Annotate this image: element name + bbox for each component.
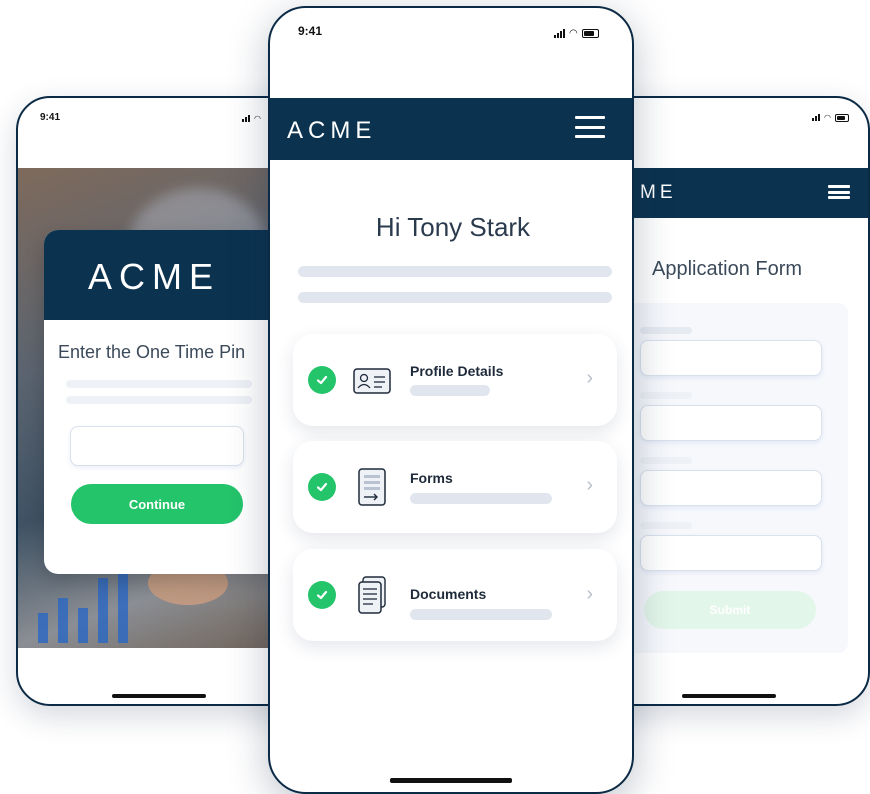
continue-button-label: Continue (128, 496, 186, 512)
home-indicator (390, 778, 512, 783)
home-indicator (682, 694, 776, 698)
battery-icon (834, 113, 849, 122)
id-card-icon (353, 368, 391, 394)
submit-button-label: Submit (709, 603, 751, 617)
status-time: 9:41 (40, 112, 61, 123)
acme-logo: ACME (88, 256, 221, 297)
chevron-right-icon: › (586, 474, 593, 496)
hamburger-icon[interactable] (575, 116, 605, 138)
hamburger-icon[interactable] (828, 185, 850, 199)
profile-details-title: Profile Details (410, 363, 504, 379)
text-placeholder (410, 385, 490, 396)
field-label-placeholder (640, 392, 692, 399)
status-icons: ◠ (242, 114, 261, 123)
greeting-heading: Hi Tony Stark (375, 212, 531, 242)
status-icons: ◠ (554, 28, 599, 39)
signal-icon (242, 115, 250, 122)
forms-title: Forms (410, 470, 453, 486)
form-icon (358, 468, 386, 506)
form-field[interactable] (640, 470, 822, 506)
form-heading: Application Form (652, 258, 803, 280)
documents-title: Documents (410, 586, 487, 602)
text-placeholder (66, 380, 252, 388)
check-icon (308, 473, 336, 501)
continue-button[interactable]: Continue (71, 484, 243, 524)
field-label-placeholder (640, 522, 692, 529)
wifi-icon: ◠ (824, 113, 831, 122)
signal-icon (554, 29, 565, 38)
text-placeholder (298, 292, 612, 303)
text-placeholder (410, 609, 552, 620)
chevron-right-icon: › (586, 583, 593, 605)
signal-icon (812, 114, 820, 121)
otp-heading: Enter the One Time Pin (58, 342, 246, 362)
documents-card[interactable]: Documents › (293, 549, 617, 641)
submit-button[interactable]: Submit (644, 591, 816, 629)
text-placeholder (410, 493, 552, 504)
profile-details-card[interactable]: Profile Details › (293, 334, 617, 426)
status-time: 9:41 (298, 24, 323, 38)
text-placeholder (298, 266, 612, 277)
wifi-icon: ◠ (569, 28, 578, 39)
form-field[interactable] (640, 340, 822, 376)
text-placeholder (66, 396, 252, 404)
field-label-placeholder (640, 327, 692, 334)
home-indicator (112, 694, 206, 698)
battery-icon (581, 29, 599, 38)
form-area: Submit (622, 303, 848, 653)
center-phone: 9:41 ◠ ACME Hi Tony Stark Profile Detail… (268, 6, 634, 794)
form-field[interactable] (640, 535, 822, 571)
acme-logo: ME (640, 182, 677, 203)
documents-icon (358, 576, 386, 614)
status-icons: ◠ (812, 113, 849, 122)
check-icon (308, 581, 336, 609)
pin-input[interactable] (70, 426, 244, 466)
check-icon (308, 366, 336, 394)
wifi-icon: ◠ (254, 114, 261, 123)
acme-logo: ACME (287, 117, 377, 144)
otp-card: ACME Enter the One Time Pin Continue (44, 230, 284, 574)
form-field[interactable] (640, 405, 822, 441)
forms-card[interactable]: Forms › (293, 441, 617, 533)
chevron-right-icon: › (586, 367, 593, 389)
field-label-placeholder (640, 457, 692, 464)
